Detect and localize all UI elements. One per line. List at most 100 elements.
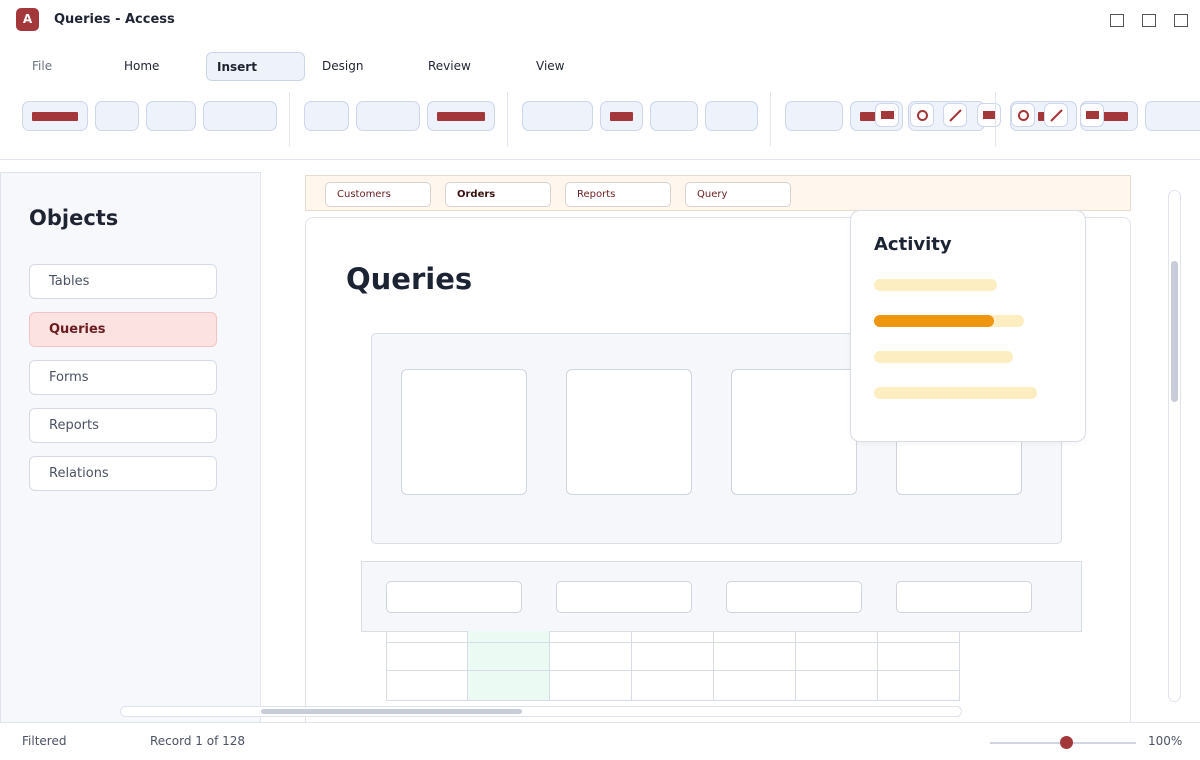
grid-cell[interactable] (714, 631, 796, 643)
mini-tool-button[interactable] (943, 103, 967, 127)
mini-tool-button[interactable] (977, 103, 1001, 127)
tab-design[interactable]: Design (312, 52, 392, 81)
doc-tab-reports[interactable]: Reports (565, 182, 671, 207)
grid-cell[interactable] (550, 631, 632, 643)
grid-cell[interactable] (386, 643, 468, 671)
mini-tool-button[interactable] (1011, 103, 1035, 127)
doc-tab-orders[interactable]: Orders (445, 182, 551, 207)
record-count: Record 1 of 128 (150, 734, 246, 748)
grid-cell[interactable] (878, 643, 960, 671)
grid-cell[interactable] (714, 643, 796, 671)
ribbon-separator (770, 92, 771, 146)
tab-home[interactable]: Home (114, 52, 194, 81)
object-item-relations[interactable]: Relations (29, 456, 217, 491)
ribbon-button[interactable] (146, 101, 196, 131)
doc-tab-customers[interactable]: Customers (325, 182, 431, 207)
grid-cell[interactable] (386, 671, 468, 701)
line-icon (1050, 109, 1063, 122)
mini-tool-button[interactable] (910, 103, 934, 127)
ribbon-button[interactable] (304, 101, 349, 131)
filter-status: Filtered (22, 734, 67, 748)
query-card[interactable] (566, 369, 692, 495)
horizontal-scrollbar[interactable] (120, 706, 962, 717)
ribbon-button[interactable] (356, 101, 420, 131)
object-item-queries[interactable]: Queries (29, 312, 217, 347)
status-bar: Filtered Record 1 of 128 100% (0, 722, 1200, 760)
activity-row-placeholder (874, 351, 1013, 363)
mini-tool-button[interactable] (1080, 103, 1104, 127)
tab-review[interactable]: Review (418, 52, 498, 81)
criteria-panel (361, 561, 1082, 632)
grid-cell[interactable] (632, 643, 714, 671)
grid-cell[interactable] (878, 671, 960, 701)
vertical-scrollbar[interactable] (1168, 190, 1181, 702)
grid-cell[interactable] (878, 631, 960, 643)
datasheet-grid (386, 631, 961, 701)
grid-cell[interactable] (468, 643, 550, 671)
ribbon-separator (289, 92, 290, 146)
grid-cell[interactable] (468, 671, 550, 701)
criteria-field[interactable] (896, 581, 1032, 613)
grid-cell[interactable] (468, 631, 550, 643)
ribbon-button[interactable] (95, 101, 139, 131)
ribbon-button[interactable] (22, 101, 88, 131)
mini-tool-button[interactable] (1044, 103, 1068, 127)
grid-cell[interactable] (632, 671, 714, 701)
objects-title: Objects (29, 206, 119, 230)
object-item-forms[interactable]: Forms (29, 360, 217, 395)
ribbon-button[interactable] (705, 101, 758, 131)
query-card[interactable] (401, 369, 527, 495)
criteria-field[interactable] (386, 581, 522, 613)
maximize-button[interactable] (1142, 14, 1156, 27)
query-card[interactable] (731, 369, 857, 495)
grid-cell[interactable] (714, 671, 796, 701)
objects-pane: Objects Tables Queries Forms Reports Rel… (0, 172, 261, 732)
ribbon-button[interactable] (522, 101, 593, 131)
title-bar: A Queries - Access (0, 0, 1200, 42)
object-item-reports[interactable]: Reports (29, 408, 217, 443)
activity-row-placeholder (874, 387, 1037, 399)
ribbon-separator (507, 92, 508, 146)
vertical-scroll-thumb[interactable] (1171, 261, 1178, 402)
mini-tool-button[interactable] (875, 103, 899, 127)
shape-icon (881, 111, 894, 119)
grid-cell[interactable] (796, 643, 878, 671)
grid-cell[interactable] (796, 631, 878, 643)
criteria-field[interactable] (556, 581, 692, 613)
ribbon-button[interactable] (1145, 101, 1200, 131)
tab-file[interactable]: File (22, 52, 82, 81)
grid-cell[interactable] (796, 671, 878, 701)
doc-tab-query[interactable]: Query (685, 182, 791, 207)
document-tabs: Customers Orders Reports Query (305, 175, 1131, 211)
criteria-field[interactable] (726, 581, 862, 613)
grid-cell[interactable] (386, 631, 468, 643)
object-item-tables[interactable]: Tables (29, 264, 217, 299)
tab-view[interactable]: View (526, 52, 606, 81)
tool-glyph-icon (1103, 112, 1128, 121)
ribbon-button[interactable] (600, 101, 643, 131)
activity-title: Activity (874, 234, 952, 255)
ribbon-button[interactable] (427, 101, 495, 131)
grid-cell[interactable] (550, 671, 632, 701)
line-icon (949, 109, 962, 122)
activity-row-placeholder (874, 279, 997, 291)
circle-icon (1018, 110, 1029, 121)
zoom-slider-handle[interactable] (1060, 736, 1073, 749)
tool-glyph-icon (860, 112, 876, 121)
tab-insert[interactable]: Insert (206, 52, 305, 81)
activity-progress-fill (874, 315, 994, 327)
ribbon-button[interactable] (203, 101, 277, 131)
ribbon-button[interactable] (785, 101, 843, 131)
tool-glyph-icon (610, 112, 633, 121)
close-button[interactable] (1174, 14, 1188, 27)
ribbon-button[interactable] (650, 101, 698, 131)
shape-icon (1086, 111, 1099, 119)
activity-popup: Activity (850, 210, 1086, 442)
access-app-icon: A (16, 8, 39, 31)
window-title: Queries - Access (54, 12, 175, 27)
grid-cell[interactable] (550, 643, 632, 671)
grid-cell[interactable] (632, 631, 714, 643)
minimize-button[interactable] (1110, 14, 1124, 27)
horizontal-scroll-thumb[interactable] (261, 709, 522, 714)
circle-icon (917, 110, 928, 121)
